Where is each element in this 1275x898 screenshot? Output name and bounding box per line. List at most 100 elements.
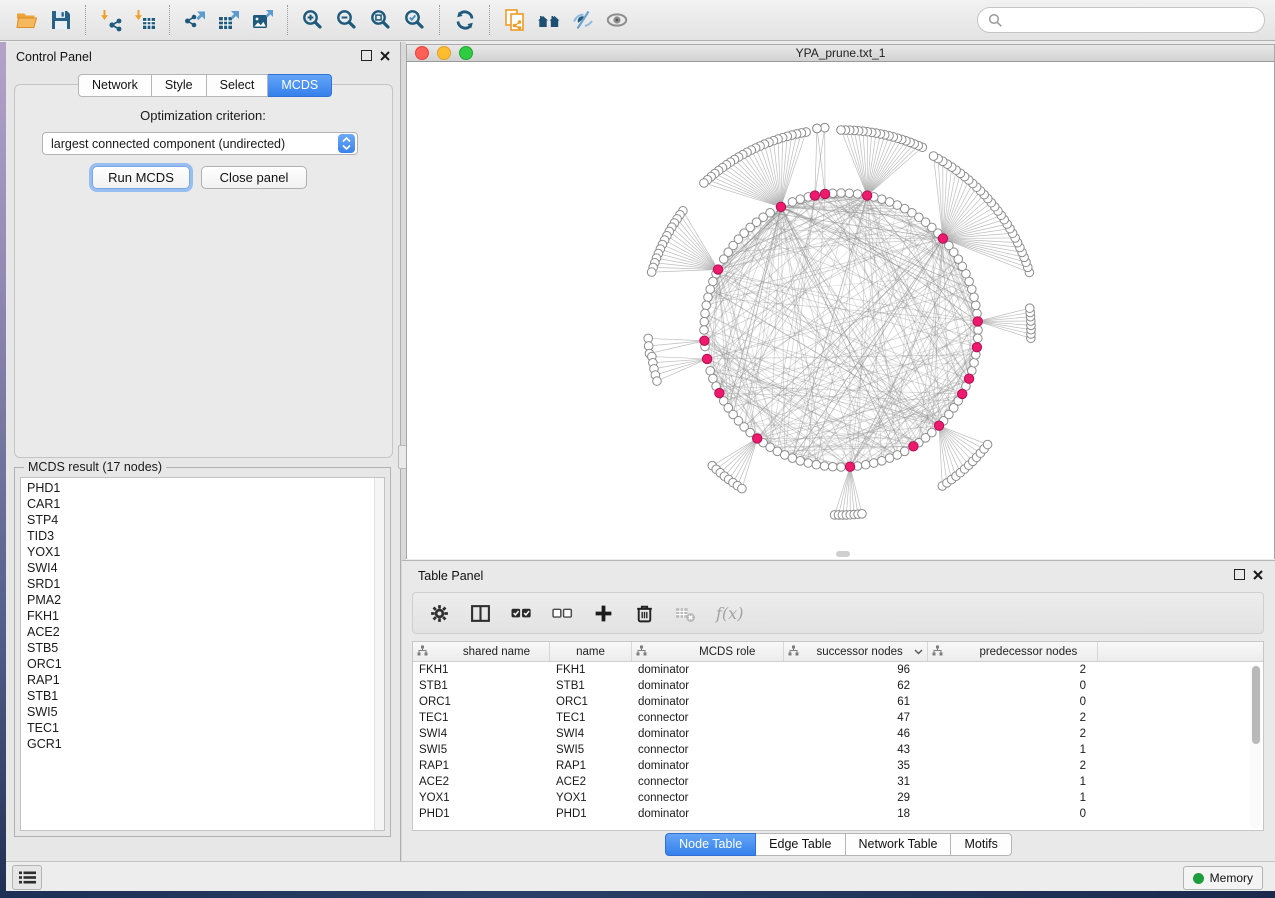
table-row[interactable]: STB1STB1dominator620 xyxy=(413,678,1263,694)
cell-predecessor-nodes[interactable]: 0 xyxy=(928,694,1098,710)
export-table-icon[interactable] xyxy=(212,3,246,37)
network-node[interactable] xyxy=(653,377,662,386)
cell-successor-nodes[interactable]: 47 xyxy=(784,710,928,726)
network-node[interactable] xyxy=(983,440,992,449)
refresh-icon[interactable] xyxy=(448,3,482,37)
cell-name[interactable]: FKH1 xyxy=(550,662,632,678)
table-row[interactable]: SWI5SWI5connector431 xyxy=(413,742,1263,758)
dominator-node[interactable] xyxy=(862,191,871,200)
cell-shared-name[interactable]: ACE2 xyxy=(413,774,550,790)
zoom-in-icon[interactable] xyxy=(296,3,330,37)
dominator-node[interactable] xyxy=(938,234,947,243)
mcds-result-item[interactable]: CAR1 xyxy=(27,496,384,512)
column-header-mcds-role[interactable]: MCDS role xyxy=(632,642,784,661)
network-node[interactable] xyxy=(820,123,829,132)
tab-style[interactable]: Style xyxy=(152,74,207,97)
cell-mcds-role[interactable]: dominator xyxy=(632,694,784,710)
cell-mcds-role[interactable]: connector xyxy=(632,710,784,726)
dominator-node[interactable] xyxy=(700,336,709,345)
network-node[interactable] xyxy=(853,190,862,199)
close-panel-button[interactable]: Close panel xyxy=(201,166,307,189)
cell-mcds-role[interactable]: connector xyxy=(632,790,784,806)
tab-network-table[interactable]: Network Table xyxy=(846,833,952,856)
cell-name[interactable]: TEC1 xyxy=(550,710,632,726)
network-node[interactable] xyxy=(706,366,715,375)
cell-mcds-role[interactable]: dominator xyxy=(632,662,784,678)
deselect-all-icon[interactable] xyxy=(552,603,573,624)
cell-shared-name[interactable]: TEC1 xyxy=(413,710,550,726)
dominator-node[interactable] xyxy=(964,374,973,383)
cell-predecessor-nodes[interactable]: 2 xyxy=(928,662,1098,678)
network-node[interactable] xyxy=(900,447,909,456)
close-panel-icon[interactable] xyxy=(380,51,390,61)
network-node[interactable] xyxy=(647,268,656,277)
close-panel-icon[interactable] xyxy=(1253,570,1263,580)
search-input[interactable] xyxy=(1003,12,1254,28)
mcds-result-item[interactable]: STB5 xyxy=(27,640,384,656)
cell-shared-name[interactable]: STB1 xyxy=(413,678,550,694)
cell-name[interactable]: YOX1 xyxy=(550,790,632,806)
import-table-icon[interactable] xyxy=(128,3,162,37)
split-view-icon[interactable] xyxy=(470,603,491,624)
network-node[interactable] xyxy=(967,285,976,294)
mcds-result-item[interactable]: STP4 xyxy=(27,512,384,528)
mcds-result-item[interactable]: ACE2 xyxy=(27,624,384,640)
float-panel-icon[interactable] xyxy=(1234,569,1245,580)
network-node[interactable] xyxy=(845,189,854,198)
network-node[interactable] xyxy=(837,126,846,135)
network-node[interactable] xyxy=(877,456,886,465)
zoom-fit-icon[interactable] xyxy=(364,3,398,37)
network-node[interactable] xyxy=(788,198,797,207)
cell-shared-name[interactable]: PHD1 xyxy=(413,806,550,822)
cell-predecessor-nodes[interactable]: 0 xyxy=(928,806,1098,822)
show-panels-list-button[interactable] xyxy=(12,865,42,890)
delete-column-icon[interactable] xyxy=(634,603,655,624)
cell-predecessor-nodes[interactable]: 1 xyxy=(928,774,1098,790)
mcds-result-item[interactable]: ORC1 xyxy=(27,656,384,672)
run-mcds-button[interactable]: Run MCDS xyxy=(92,166,190,189)
dominator-node[interactable] xyxy=(934,421,943,430)
column-header-name[interactable]: name xyxy=(550,642,632,661)
network-node[interactable] xyxy=(702,301,711,310)
network-node[interactable] xyxy=(812,460,821,469)
network-node[interactable] xyxy=(971,301,980,310)
import-network-icon[interactable] xyxy=(94,3,128,37)
cell-name[interactable]: ACE2 xyxy=(550,774,632,790)
column-header-predecessor-nodes[interactable]: predecessor nodes xyxy=(928,642,1098,661)
network-node[interactable] xyxy=(700,179,709,188)
cell-successor-nodes[interactable]: 18 xyxy=(784,806,928,822)
network-node[interactable] xyxy=(796,456,805,465)
mcds-result-item[interactable]: YOX1 xyxy=(27,544,384,560)
table-row[interactable]: FKH1FKH1dominator962 xyxy=(413,662,1263,678)
table-row[interactable]: PHD1PHD1dominator180 xyxy=(413,806,1263,822)
network-node[interactable] xyxy=(828,462,837,471)
network-node[interactable] xyxy=(1025,304,1034,313)
show-all-icon[interactable] xyxy=(600,3,634,37)
cell-successor-nodes[interactable]: 43 xyxy=(784,742,928,758)
first-neighbors-icon[interactable] xyxy=(532,3,566,37)
mcds-result-item[interactable]: SWI4 xyxy=(27,560,384,576)
network-node[interactable] xyxy=(837,189,846,198)
dominator-node[interactable] xyxy=(776,202,785,211)
network-node[interactable] xyxy=(928,428,937,437)
table-row[interactable]: RAP1RAP1dominator352 xyxy=(413,758,1263,774)
save-icon[interactable] xyxy=(44,3,78,37)
network-canvas[interactable] xyxy=(406,62,1275,559)
tab-network[interactable]: Network xyxy=(78,74,152,97)
dominator-node[interactable] xyxy=(702,354,711,363)
tab-edge-table[interactable]: Edge Table xyxy=(756,833,845,856)
network-node[interactable] xyxy=(820,462,829,471)
mcds-result-item[interactable]: SRD1 xyxy=(27,576,384,592)
cell-shared-name[interactable]: SWI5 xyxy=(413,742,550,758)
mcds-result-item[interactable]: SWI5 xyxy=(27,704,384,720)
cell-mcds-role[interactable]: dominator xyxy=(632,678,784,694)
add-column-icon[interactable] xyxy=(593,603,614,624)
cell-successor-nodes[interactable]: 61 xyxy=(784,694,928,710)
cell-name[interactable]: STB1 xyxy=(550,678,632,694)
mcds-result-scrollbar[interactable] xyxy=(374,478,384,830)
network-node[interactable] xyxy=(706,285,715,294)
cell-predecessor-nodes[interactable]: 2 xyxy=(928,726,1098,742)
float-panel-icon[interactable] xyxy=(361,50,372,61)
cell-mcds-role[interactable]: dominator xyxy=(632,726,784,742)
network-node[interactable] xyxy=(796,195,805,204)
